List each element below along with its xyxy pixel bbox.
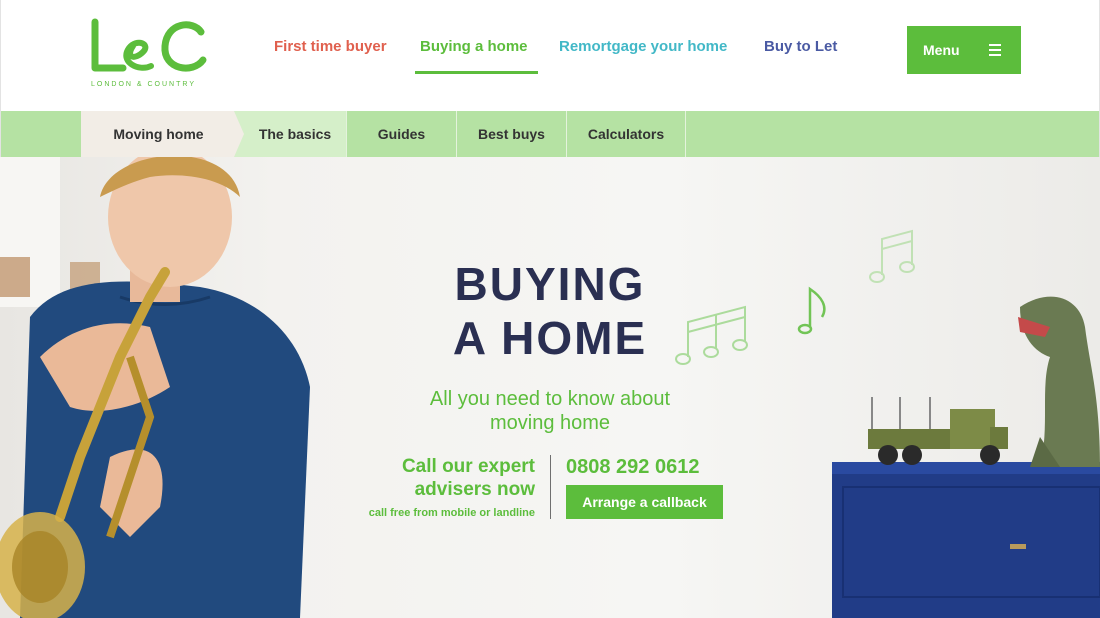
subnav-moving-home[interactable]: Moving home <box>81 111 236 157</box>
menu-button[interactable]: Menu <box>907 26 1021 74</box>
subnav-the-basics[interactable]: The basics <box>234 111 346 157</box>
cta-divider <box>550 455 551 519</box>
cta-heading-line2: advisers now <box>414 479 535 500</box>
nav-buy-to-let[interactable]: Buy to Let <box>764 38 837 55</box>
section-subnav: Moving home The basics Guides Best buys … <box>0 111 1100 157</box>
subnav-calculators[interactable]: Calculators <box>566 111 686 157</box>
hero-subtitle-line1: All you need to know about <box>429 388 671 410</box>
subnav-guides[interactable]: Guides <box>346 111 456 157</box>
hero-title: BUYING A HOME <box>430 257 670 365</box>
lc-logo-mark <box>91 18 207 72</box>
cta-contact-block: 0808 292 0612 Arrange a callback <box>566 455 723 519</box>
hero-subtitle: All you need to know about moving home <box>390 387 710 435</box>
hero-title-line1: BUYING <box>454 258 646 310</box>
subnav-active-arrow <box>234 111 244 157</box>
nav-first-time-buyer[interactable]: First time buyer <box>274 38 387 55</box>
hero-banner: BUYING A HOME All you need to know about… <box>0 157 1100 618</box>
cta-call-block: Call our expert advisers now call free f… <box>330 455 535 519</box>
nav-remortgage[interactable]: Remortgage your home <box>559 38 727 55</box>
subnav-best-buys[interactable]: Best buys <box>456 111 566 157</box>
site-header: LONDON & COUNTRY First time buyer Buying… <box>0 0 1100 111</box>
nav-buying-a-home[interactable]: Buying a home <box>420 38 528 55</box>
logo-tagline: LONDON & COUNTRY <box>91 81 196 88</box>
cta-note: call free from mobile or landline <box>368 507 535 519</box>
menu-label: Menu <box>923 42 960 58</box>
arrange-callback-button[interactable]: Arrange a callback <box>566 485 723 519</box>
hamburger-icon <box>989 44 1001 56</box>
logo[interactable]: LONDON & COUNTRY <box>89 18 209 94</box>
active-nav-underline <box>415 71 538 74</box>
phone-number[interactable]: 0808 292 0612 <box>566 455 723 479</box>
hero-title-line2: A HOME <box>452 312 648 364</box>
hero-subtitle-line2: moving home <box>489 412 611 434</box>
cta-heading-line1: Call our expert <box>401 456 535 477</box>
